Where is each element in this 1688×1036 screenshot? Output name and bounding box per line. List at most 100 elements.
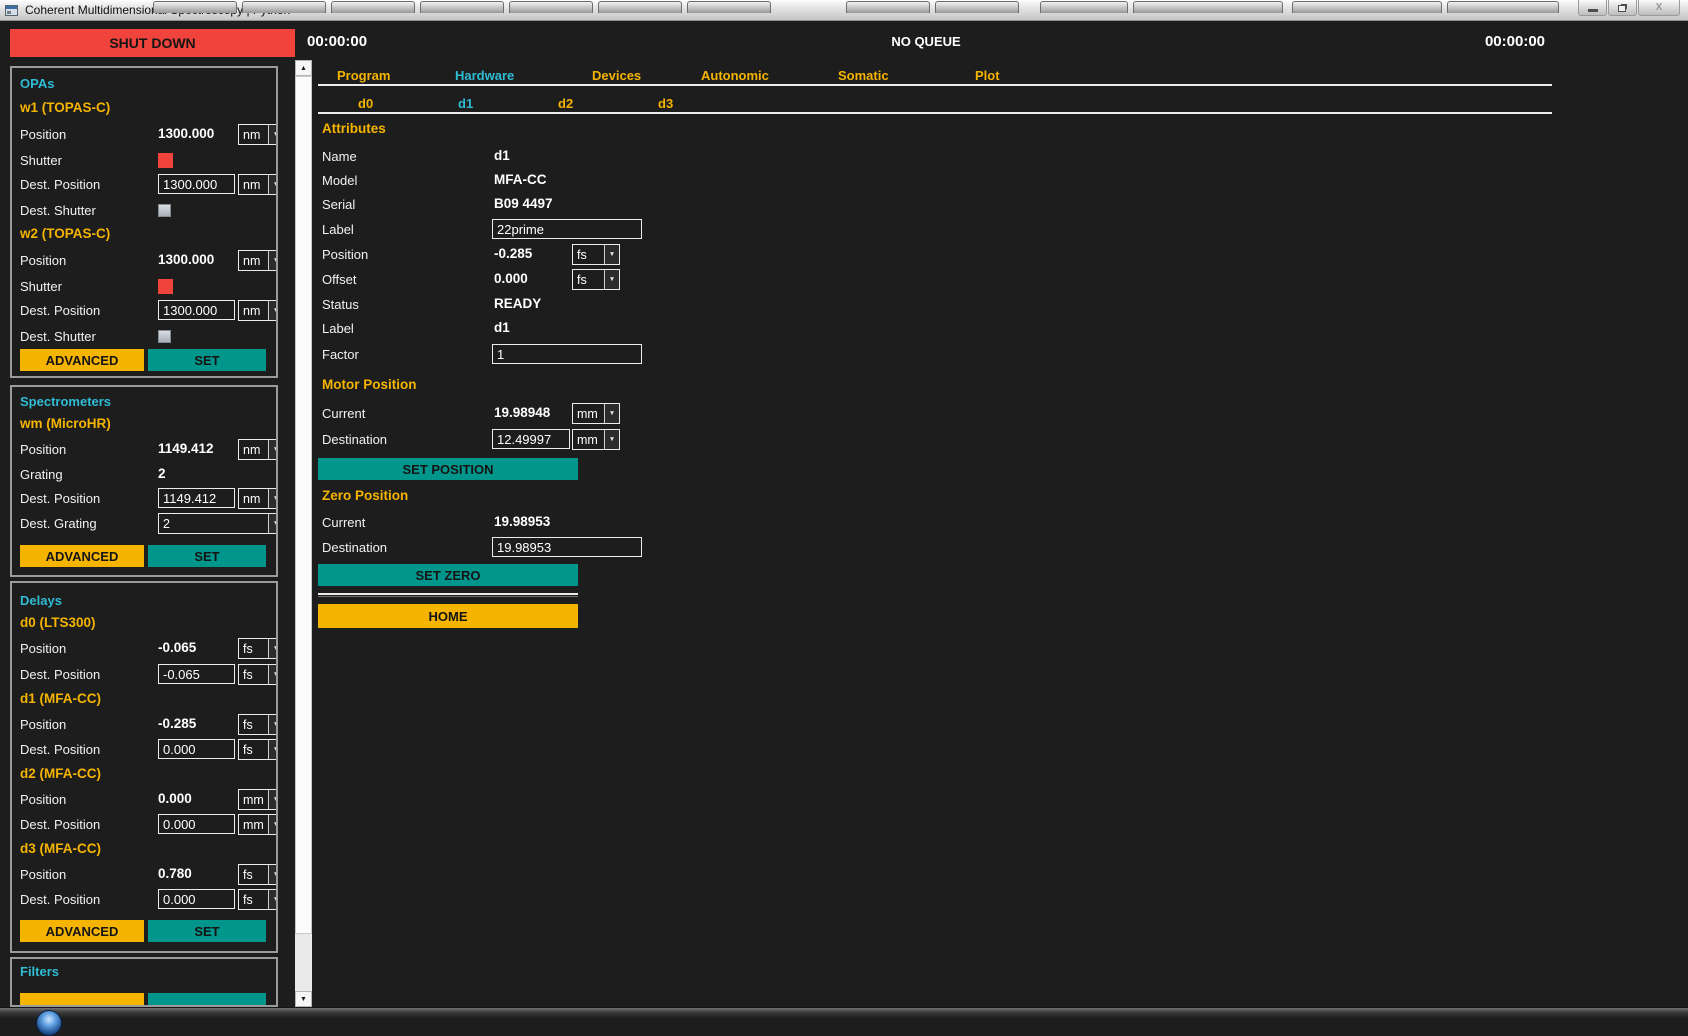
position-unit-select[interactable]: fs ▼ xyxy=(238,864,278,885)
set-button[interactable]: SET xyxy=(148,920,266,942)
offset-unit-select[interactable]: fs ▼ xyxy=(572,269,620,290)
home-button[interactable]: HOME xyxy=(318,604,578,628)
set-position-button[interactable]: SET POSITION xyxy=(318,458,578,480)
taskbar-button[interactable] xyxy=(1447,1,1559,13)
dest-position-input[interactable] xyxy=(158,664,235,684)
chevron-down-icon[interactable]: ▼ xyxy=(268,489,278,508)
dest-position-input[interactable] xyxy=(158,300,235,320)
position-unit-select[interactable]: nm ▼ xyxy=(238,250,278,271)
taskbar-button[interactable] xyxy=(598,1,682,13)
tabs-underline xyxy=(318,84,1552,86)
restore-button[interactable] xyxy=(1608,0,1637,16)
scroll-up-button[interactable]: ▲ xyxy=(295,60,312,76)
tab-devices[interactable]: Devices xyxy=(592,68,641,83)
chevron-down-icon[interactable]: ▼ xyxy=(268,865,278,884)
dest-unit-select[interactable]: mm ▼ xyxy=(238,814,278,835)
tab-d0[interactable]: d0 xyxy=(358,96,373,111)
chevron-down-icon[interactable]: ▼ xyxy=(268,125,278,144)
current-unit-select[interactable]: mm ▼ xyxy=(572,403,620,424)
dest-unit-select[interactable]: nm ▼ xyxy=(238,174,278,195)
taskbar-button[interactable] xyxy=(153,1,237,13)
dest-unit-select[interactable]: fs ▼ xyxy=(238,739,278,760)
shutter-indicator xyxy=(158,153,173,168)
taskbar-button[interactable] xyxy=(242,1,326,13)
taskbar-button[interactable] xyxy=(1133,1,1283,13)
chevron-down-icon[interactable]: ▼ xyxy=(604,270,619,289)
dest-position-input[interactable] xyxy=(158,174,235,194)
position-unit-select[interactable]: nm ▼ xyxy=(238,124,278,145)
dest-position-input[interactable] xyxy=(158,814,235,834)
tab-plot[interactable]: Plot xyxy=(975,68,1000,83)
set-button[interactable]: SET xyxy=(148,349,266,371)
shutdown-button[interactable]: SHUT DOWN xyxy=(10,29,295,57)
chevron-down-icon[interactable]: ▼ xyxy=(604,430,619,449)
factor-input[interactable] xyxy=(492,344,642,364)
dest-unit-select[interactable]: fs ▼ xyxy=(238,889,278,910)
destination-unit-select[interactable]: mm ▼ xyxy=(572,429,620,450)
dest-grating-select[interactable]: 2 ▼ xyxy=(158,513,278,534)
chevron-down-icon[interactable]: ▼ xyxy=(268,740,278,759)
tab-program[interactable]: Program xyxy=(337,68,390,83)
taskbar-button[interactable] xyxy=(420,1,504,13)
taskbar-button[interactable] xyxy=(935,1,1019,13)
dest-shutter-checkbox[interactable] xyxy=(158,330,171,343)
chevron-down-icon[interactable]: ▼ xyxy=(604,245,619,264)
scrollbar-thumb[interactable] xyxy=(295,76,312,934)
start-button[interactable] xyxy=(36,1010,62,1036)
close-button[interactable]: X xyxy=(1638,0,1680,16)
dest-unit-select[interactable]: nm ▼ xyxy=(238,300,278,321)
set-button[interactable]: SET xyxy=(148,545,266,567)
dest-position-input[interactable] xyxy=(158,739,235,759)
tab-d1[interactable]: d1 xyxy=(458,96,473,111)
advanced-button[interactable]: ADVANCED xyxy=(20,920,144,942)
position-unit-select[interactable]: mm ▼ xyxy=(238,789,278,810)
unit-value: nm xyxy=(239,125,268,144)
shutter-label: Shutter xyxy=(20,153,62,168)
taskbar-button[interactable] xyxy=(331,1,415,13)
tab-hardware[interactable]: Hardware xyxy=(455,68,514,83)
position-unit-select[interactable]: nm ▼ xyxy=(238,439,278,460)
taskbar-button[interactable] xyxy=(1040,1,1128,13)
chevron-down-icon[interactable]: ▼ xyxy=(268,665,278,684)
dest-position-input[interactable] xyxy=(158,488,235,508)
position-unit-select[interactable]: fs ▼ xyxy=(572,244,620,265)
dest-shutter-checkbox[interactable] xyxy=(158,204,171,217)
chevron-down-icon[interactable]: ▼ xyxy=(268,715,278,734)
tab-d3[interactable]: d3 xyxy=(658,96,673,111)
chevron-down-icon[interactable]: ▼ xyxy=(268,815,278,834)
tab-d2[interactable]: d2 xyxy=(558,96,573,111)
status-value: READY xyxy=(494,296,541,311)
taskbar-button[interactable] xyxy=(509,1,593,13)
taskbar-button[interactable] xyxy=(687,1,771,13)
advanced-button[interactable]: ADVANCED xyxy=(20,545,144,567)
sidebar-scrollbar[interactable]: ▲ ▼ xyxy=(295,60,312,1007)
position-unit-select[interactable]: fs ▼ xyxy=(238,638,278,659)
chevron-down-icon[interactable]: ▼ xyxy=(268,790,278,809)
taskbar-button[interactable] xyxy=(1292,1,1442,13)
chevron-down-icon[interactable]: ▼ xyxy=(268,514,278,533)
chevron-down-icon[interactable]: ▼ xyxy=(268,175,278,194)
set-button[interactable] xyxy=(148,993,266,1005)
position-unit-select[interactable]: fs ▼ xyxy=(238,714,278,735)
dest-position-label: Dest. Position xyxy=(20,892,100,907)
advanced-button[interactable] xyxy=(20,993,144,1005)
chevron-down-icon[interactable]: ▼ xyxy=(268,301,278,320)
minimize-button[interactable] xyxy=(1578,0,1607,16)
chevron-down-icon[interactable]: ▼ xyxy=(268,890,278,909)
taskbar-button[interactable] xyxy=(846,1,930,13)
tab-autonomic[interactable]: Autonomic xyxy=(701,68,769,83)
dest-unit-select[interactable]: fs ▼ xyxy=(238,664,278,685)
chevron-down-icon[interactable]: ▼ xyxy=(268,440,278,459)
chevron-down-icon[interactable]: ▼ xyxy=(268,639,278,658)
scroll-down-button[interactable]: ▼ xyxy=(295,991,312,1007)
destination-input[interactable] xyxy=(492,537,642,557)
label-input[interactable] xyxy=(492,219,642,239)
destination-input[interactable] xyxy=(492,429,570,449)
dest-unit-select[interactable]: nm ▼ xyxy=(238,488,278,509)
tab-somatic[interactable]: Somatic xyxy=(838,68,889,83)
set-zero-button[interactable]: SET ZERO xyxy=(318,564,578,586)
dest-position-input[interactable] xyxy=(158,889,235,909)
advanced-button[interactable]: ADVANCED xyxy=(20,349,144,371)
chevron-down-icon[interactable]: ▼ xyxy=(268,251,278,270)
chevron-down-icon[interactable]: ▼ xyxy=(604,404,619,423)
